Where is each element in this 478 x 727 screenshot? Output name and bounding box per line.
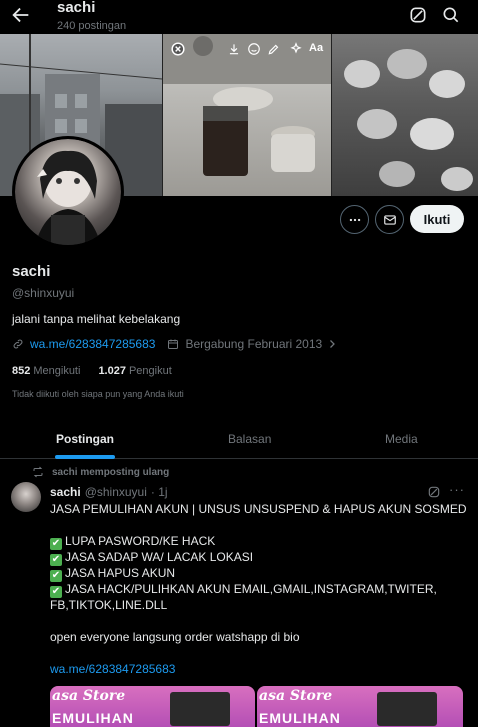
post-header: sachi @shinxuyui · 1j (50, 485, 168, 499)
following-count: 852 (12, 365, 31, 377)
back-arrow-icon[interactable] (10, 4, 32, 26)
post-image-caption: EMULIHAN (259, 710, 341, 726)
grok-icon[interactable] (408, 5, 428, 25)
post-image-laptop (170, 692, 230, 726)
post-image[interactable]: asa Store EMULIHAN (257, 686, 463, 727)
post-list-item: ✔ JASA SADAP WA/ LACAK LOKASI (50, 550, 253, 566)
avatar-photo (15, 139, 121, 245)
profile-bio: jalani tanpa melihat kebelakang (12, 312, 181, 326)
tab-replies[interactable]: Balasan (228, 432, 271, 446)
grok-icon[interactable] (427, 485, 441, 499)
join-date: Bergabung Februari 2013 (185, 337, 323, 351)
repost-icon (33, 466, 43, 478)
check-icon: ✔ (50, 538, 62, 550)
following-label: Mengikuti (33, 365, 81, 377)
download-icon (229, 44, 239, 55)
profile-handle: @shinxuyui (12, 286, 75, 300)
post-list-item: ✔ JASA HAPUS AKUN (50, 566, 175, 582)
mutual-followers-note: Tidak diikuti oleh siapa pun yang Anda i… (12, 389, 184, 399)
profile-avatar[interactable] (12, 136, 124, 248)
post-text-line: open everyone langsung order watshapp di… (50, 630, 300, 644)
post-text-line: FB,TIKTOK,LINE.DLL (50, 598, 168, 612)
followers-link[interactable]: 1.027 Pengikut (98, 365, 171, 377)
post-author-name[interactable]: sachi (50, 485, 81, 499)
banner-coffee-photo: Aa (163, 34, 331, 196)
post-link[interactable]: wa.me/6283847285683 (50, 662, 175, 676)
post-image-laptop (377, 692, 437, 726)
profile-tabs: Postingan Balasan Media (0, 418, 478, 459)
active-tab-indicator (55, 455, 115, 459)
post-image[interactable]: asa Store EMULIHAN (50, 686, 255, 727)
top-bar: sachi 240 postingan (0, 0, 478, 34)
page-title: sachi (57, 0, 96, 16)
post-count: 240 postingan (57, 20, 127, 32)
check-icon: ✔ (50, 554, 62, 566)
follow-button[interactable]: Ikuti (410, 205, 464, 233)
post-image-caption: asa Store (52, 688, 126, 704)
check-icon: ✔ (50, 570, 62, 582)
profile-name: sachi (12, 263, 51, 280)
post-list-item: ✔ LUPA PASWORD/KE HACK (50, 534, 215, 550)
post-author-handle[interactable]: @shinxuyui (85, 485, 147, 499)
following-link[interactable]: 852 Mengikuti (12, 365, 80, 377)
close-icon (171, 42, 185, 56)
repost-label[interactable]: sachi memposting ulang (52, 467, 169, 478)
effects-icon (290, 42, 302, 54)
post-image-caption: EMULIHAN (52, 710, 134, 726)
profile-meta: wa.me/6283847285683 Bergabung Februari 2… (12, 336, 338, 352)
profile-link[interactable]: wa.me/6283847285683 (30, 337, 155, 351)
followers-count: 1.027 (98, 365, 126, 377)
post-avatar[interactable] (11, 482, 41, 512)
more-button[interactable] (340, 205, 369, 234)
follow-stats: 852 Mengikuti 1.027 Pengikut (12, 365, 172, 377)
post-more-icon[interactable]: ··· (449, 482, 465, 497)
post-image-caption: asa Store (259, 688, 333, 704)
sticker-icon (248, 43, 260, 55)
text-tool: Aa (309, 42, 324, 54)
search-icon[interactable] (441, 5, 461, 25)
calendar-icon (168, 339, 179, 349)
post-item-text: JASA HACK/PULIHKAN AKUN EMAIL,GMAIL,INST… (65, 582, 437, 596)
post-item-text: JASA HAPUS AKUN (65, 566, 176, 580)
message-button[interactable] (375, 205, 404, 234)
more-icon (349, 218, 360, 221)
tab-media[interactable]: Media (385, 432, 418, 446)
mail-icon (383, 214, 396, 225)
repost-indicator: sachi memposting ulang (32, 466, 169, 478)
tab-posts[interactable]: Postingan (56, 432, 114, 446)
post-item-text: LUPA PASWORD/KE HACK (65, 534, 216, 548)
chevron-right-icon[interactable] (326, 338, 338, 350)
followers-label: Pengikut (128, 365, 172, 377)
post-text-line: JASA PEMULIHAN AKUN | UNSUS UNSUSPEND & … (50, 502, 467, 516)
link-icon (13, 339, 23, 349)
draw-icon (268, 44, 279, 55)
post-list-item: ✔ JASA HACK/PULIHKAN AKUN EMAIL,GMAIL,INS… (50, 582, 437, 598)
post-item-text: JASA SADAP WA/ LACAK LOKASI (65, 550, 254, 564)
post-time[interactable]: · 1j (151, 485, 168, 499)
check-icon: ✔ (50, 586, 62, 598)
banner-cups-photo (332, 34, 478, 196)
